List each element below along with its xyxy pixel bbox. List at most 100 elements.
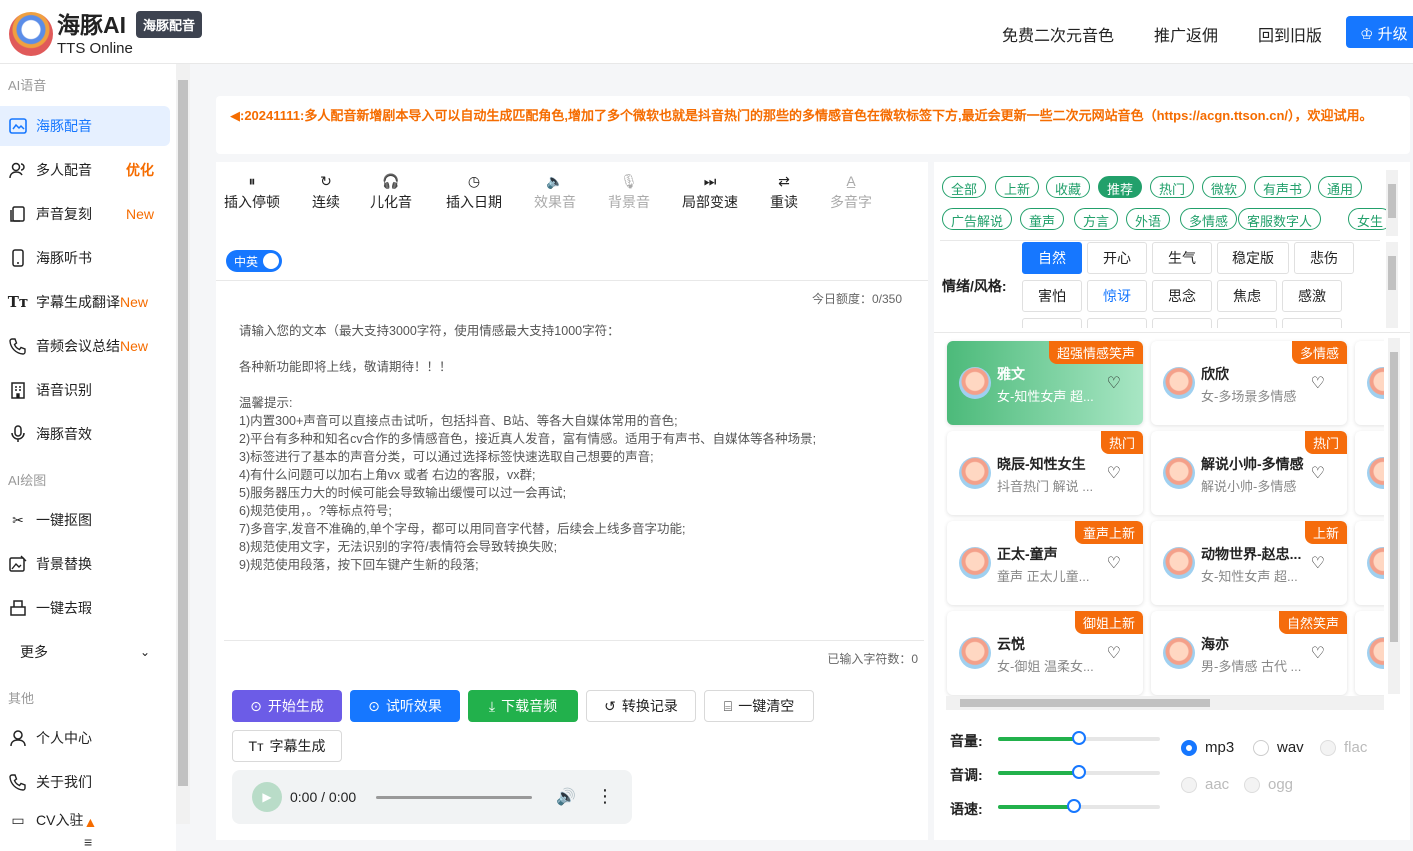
emotion-more-row[interactable] xyxy=(1282,318,1342,328)
format-wav-radio[interactable]: wav xyxy=(1253,739,1304,756)
tool-effect-sound[interactable]: 🔈 效果音 xyxy=(534,170,576,212)
logo-icon[interactable] xyxy=(9,12,53,56)
sidebar-item-multi-voice[interactable]: 多人配音 优化 xyxy=(0,150,170,190)
emotion-natural[interactable]: 自然 xyxy=(1022,242,1082,274)
voice-card[interactable]: 热门 晓辰-知性女生 抖音热门 解说 ... ♡ xyxy=(947,431,1143,515)
tool-stress[interactable]: ⇄ 重读 xyxy=(770,170,798,212)
heart-icon[interactable]: ♡ xyxy=(1107,643,1121,663)
sidebar-item-dolphin-dubbing[interactable]: 海豚配音 xyxy=(0,106,170,146)
format-ogg-radio[interactable]: ogg xyxy=(1244,776,1293,793)
heart-icon[interactable]: ♡ xyxy=(1311,463,1325,483)
volume-icon[interactable]: 🔊 xyxy=(556,787,576,807)
voice-card[interactable]: 热门 解说小帅-多情感 解说小帅-多情感 ♡ xyxy=(1151,431,1347,515)
cn-en-toggle[interactable]: 中英 xyxy=(226,250,282,272)
tag-general[interactable]: 通用 xyxy=(1318,176,1363,198)
sidebar-item-cutout[interactable]: ✂ 一键抠图 xyxy=(0,500,170,540)
tool-erhua[interactable]: 🎧 儿化音 xyxy=(370,170,412,212)
volume-slider[interactable] xyxy=(998,731,1160,745)
tag-customer-service[interactable]: 客服数字人 xyxy=(1238,208,1322,230)
voice-grid-hscrollbar[interactable] xyxy=(946,696,1384,710)
upgrade-button[interactable]: ♔ 升级 xyxy=(1346,16,1413,48)
tool-continuous[interactable]: ↻ 连续 xyxy=(312,170,340,212)
tag-recommended[interactable]: 推荐 xyxy=(1098,176,1143,198)
tool-insert-pause[interactable]: ⏸ 插入停顿 xyxy=(224,170,280,212)
sidebar-item-profile[interactable]: 个人中心 xyxy=(0,718,170,758)
pitch-slider[interactable] xyxy=(998,765,1160,779)
sidebar-item-about[interactable]: 关于我们 xyxy=(0,762,170,802)
volume-knob[interactable] xyxy=(1072,731,1086,745)
sidebar-item-subtitle-translate[interactable]: Tт 字幕生成翻译 New xyxy=(0,282,170,322)
tag-new[interactable]: 上新 xyxy=(995,176,1040,198)
voice-card[interactable] xyxy=(1355,521,1384,605)
tags-scrollbar[interactable] xyxy=(1386,170,1398,236)
voice-card[interactable]: 御姐上新 云悦 女-御姐 温柔女... ♡ xyxy=(947,611,1143,695)
nav-old-version[interactable]: 回到旧版 xyxy=(1258,22,1322,46)
voice-card[interactable]: 多情感 欣欣 女-多场景多情感 ♡ xyxy=(1151,341,1347,425)
voice-card[interactable]: 上新 动物世界-赵忠... 女-知性女声 超... ♡ xyxy=(1151,521,1347,605)
heart-icon[interactable]: ♡ xyxy=(1107,373,1121,393)
start-generate-button[interactable]: ⊙ 开始生成 xyxy=(232,690,342,722)
emotion-more-row[interactable] xyxy=(1217,318,1277,328)
sidebar-item-more[interactable]: 更多 ⌄ xyxy=(0,632,170,672)
heart-icon[interactable]: ♡ xyxy=(1311,643,1325,663)
preview-button[interactable]: ⊙ 试听效果 xyxy=(350,690,460,722)
emotion-surprised[interactable]: 惊讶 xyxy=(1087,280,1147,312)
sidebar-scrollbar[interactable] xyxy=(176,64,190,824)
sidebar-item-background-replace[interactable]: 背景替换 xyxy=(0,544,170,584)
format-mp3-radio[interactable]: mp3 xyxy=(1181,739,1234,756)
voice-card[interactable]: 自然笑声 海亦 男-多情感 古代 ... ♡ xyxy=(1151,611,1347,695)
emotion-more-row[interactable] xyxy=(1152,318,1212,328)
tag-audiobook[interactable]: 有声书 xyxy=(1254,176,1312,198)
emotion-happy[interactable]: 开心 xyxy=(1087,242,1147,274)
tag-favorites[interactable]: 收藏 xyxy=(1046,176,1091,198)
play-icon[interactable]: ▶ xyxy=(252,782,282,812)
sidebar-item-audiobook[interactable]: 海豚听书 xyxy=(0,238,170,278)
menu-collapse-icon[interactable]: ≡ xyxy=(84,834,92,850)
emotion-more-row[interactable] xyxy=(1022,318,1082,328)
voice-card[interactable] xyxy=(1355,431,1384,515)
audio-progress[interactable] xyxy=(376,796,532,799)
pitch-knob[interactable] xyxy=(1072,765,1086,779)
tool-insert-date[interactable]: ◷ 插入日期 xyxy=(446,170,502,212)
text-input[interactable]: 请输入您的文本（最大支持3000字符，使用情感最大支持1000字符： 各种新功能… xyxy=(239,322,919,574)
emotion-sad[interactable]: 悲伤 xyxy=(1294,242,1354,274)
speed-slider[interactable] xyxy=(998,799,1160,813)
tag-dialect[interactable]: 方言 xyxy=(1074,208,1119,230)
voice-card[interactable]: 童声上新 正太-童声 童声 正太儿童... ♡ xyxy=(947,521,1143,605)
tool-background-music[interactable]: 🎙 背景音 xyxy=(608,170,650,212)
sidebar-scroll-thumb[interactable] xyxy=(178,80,188,786)
more-icon[interactable]: ⋮ xyxy=(596,786,614,807)
nav-free-acg[interactable]: 免费二次元音色 xyxy=(1002,22,1114,46)
emotion-angry[interactable]: 生气 xyxy=(1152,242,1212,274)
tag-ad-narration[interactable]: 广告解说 xyxy=(942,208,1013,230)
heart-icon[interactable]: ♡ xyxy=(1311,553,1325,573)
sidebar-item-speech-recognition[interactable]: 语音识别 xyxy=(0,370,170,410)
heart-icon[interactable]: ♡ xyxy=(1107,463,1121,483)
tag-foreign[interactable]: 外语 xyxy=(1126,208,1171,230)
sidebar-item-blemish-removal[interactable]: 一键去瑕 xyxy=(0,588,170,628)
clear-button[interactable]: ⌸ 一键清空 xyxy=(704,690,814,722)
tool-polyphone[interactable]: A̲ 多音字 xyxy=(830,170,872,212)
voice-card[interactable] xyxy=(1355,341,1384,425)
tag-child-voice[interactable]: 童声 xyxy=(1020,208,1065,230)
sidebar-item-meeting-summary[interactable]: 音频会议总结 New xyxy=(0,326,170,366)
heart-icon[interactable]: ♡ xyxy=(1311,373,1325,393)
heart-icon[interactable]: ♡ xyxy=(1107,553,1121,573)
format-aac-radio[interactable]: aac xyxy=(1181,776,1229,793)
tag-hot[interactable]: 热门 xyxy=(1150,176,1195,198)
emotion-scrollbar[interactable] xyxy=(1386,242,1398,328)
emotion-more-row[interactable] xyxy=(1087,318,1147,328)
emotion-grateful[interactable]: 感激 xyxy=(1282,280,1342,312)
voice-grid-scrollbar[interactable] xyxy=(1388,338,1400,694)
emotion-stable[interactable]: 稳定版 xyxy=(1217,242,1289,274)
sidebar-item-voice-clone[interactable]: 声音复刻 New xyxy=(0,194,170,234)
nav-referral[interactable]: 推广返佣 xyxy=(1154,22,1218,46)
tool-local-speed[interactable]: ⏭ 局部变速 xyxy=(682,170,738,212)
sidebar-item-cv-join[interactable]: ▭ CV入驻 ▲ xyxy=(0,806,170,831)
tag-all[interactable]: 全部 xyxy=(942,176,987,198)
emotion-longing[interactable]: 思念 xyxy=(1152,280,1212,312)
subtitle-button[interactable]: Tт 字幕生成 xyxy=(232,730,342,762)
voice-card[interactable]: 超强情感笑声 雅文 女-知性女声 超... ♡ xyxy=(947,341,1143,425)
tag-multi-emotion[interactable]: 多情感 xyxy=(1180,208,1238,230)
voice-card[interactable] xyxy=(1355,611,1384,695)
